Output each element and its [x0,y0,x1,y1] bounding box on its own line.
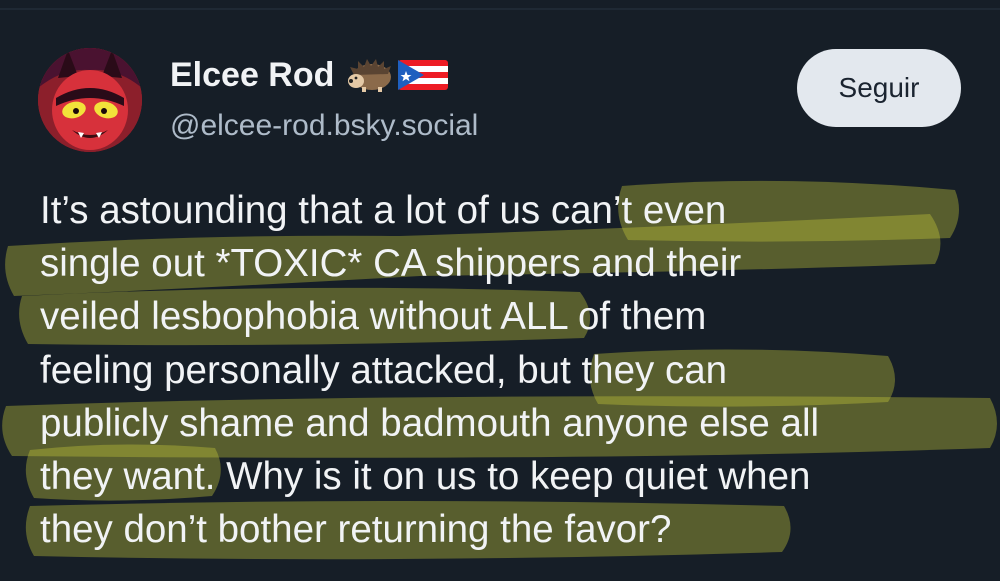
hedgehog-icon [348,57,394,93]
top-divider [0,8,1000,10]
post-text-line: veiled lesbophobia without ALL of them [40,295,707,339]
author-handle[interactable]: @elcee-rod.bsky.social [170,106,478,146]
author-name-row: Elcee Rod [170,52,449,98]
post-text-line: single out *TOXIC* CA shippers and their [40,242,742,286]
puerto-rico-flag-icon [398,57,449,93]
post-text-line: It’s astounding that a lot of us can’t e… [40,189,727,232]
post-text-line: they want. Why is it on us to keep quiet… [40,454,811,498]
author-display-name[interactable]: Elcee Rod [170,52,334,98]
post-text-line: they don’t bother returning the favor? [40,508,672,552]
avatar[interactable] [38,48,142,152]
post-text-line: feeling personally attacked, but they ca… [40,348,728,392]
follow-button[interactable]: Seguir [797,49,961,127]
post-text: It’s astounding that a lot of us can’t e… [40,184,980,556]
devil-avatar-image [38,48,142,152]
post-text-line: publicly shame and badmouth anyone else … [40,401,820,445]
